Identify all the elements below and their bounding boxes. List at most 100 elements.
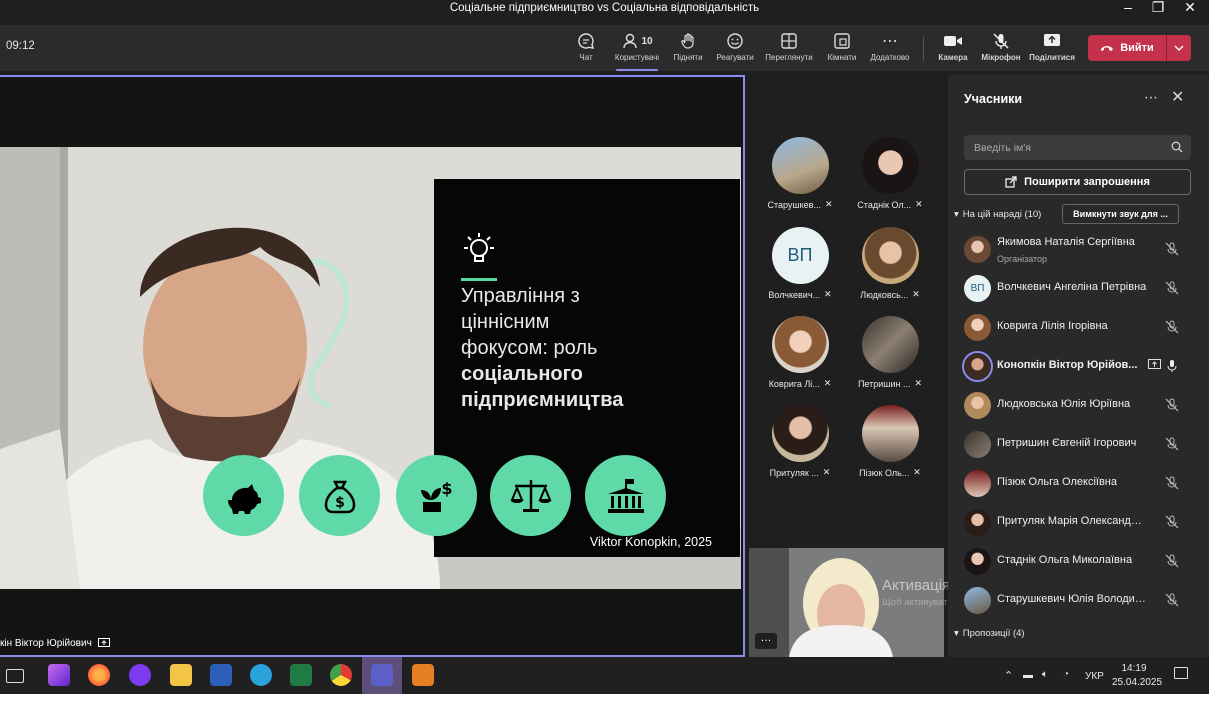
participant-row[interactable]: Коврига Лілія Ігорівна [964, 311, 1199, 345]
collapse-triangle-icon: ▾ [954, 209, 959, 220]
mic-off-icon [1165, 593, 1179, 607]
mic-off-icon: ✕ [824, 289, 832, 299]
react-button[interactable]: Реагувати [708, 29, 762, 69]
emoji-icon [727, 33, 743, 49]
participant-row[interactable]: Пізюк Ольга Олексіївна [964, 467, 1199, 501]
gallery-tile[interactable]: Притуляк ... ✕ [755, 405, 845, 478]
rooms-button[interactable]: Кімнати [815, 29, 869, 69]
avatar [964, 509, 991, 536]
wifi-icon[interactable]: ◔ [1063, 669, 1069, 680]
raise-hand-icon [681, 33, 694, 49]
raise-hand-button[interactable]: Підняти [661, 29, 715, 69]
notification-icon[interactable] [1174, 667, 1188, 679]
close-icon[interactable]: ✕ [1171, 87, 1184, 107]
participant-row-active[interactable]: Конопкін Віктор Юрійов... [964, 350, 1199, 384]
mic-off-icon: ✕ [912, 289, 920, 299]
teams-taskbar-active[interactable] [362, 657, 402, 694]
participant-row[interactable]: Стаднік Ольга Миколаївна [964, 545, 1199, 579]
piggy-bank-icon [203, 455, 284, 536]
app-icon[interactable] [48, 664, 70, 686]
microphone-button[interactable]: Мікрофон [974, 29, 1028, 69]
slide-title: Управління з ціннісним фокусом: роль соц… [461, 285, 624, 411]
minimize-icon[interactable]: – [1113, 0, 1143, 17]
gallery-tile[interactable]: Стаднік Ол... ✕ [845, 137, 935, 210]
task-view-icon[interactable] [6, 669, 24, 683]
camera-button[interactable]: Камера [926, 29, 980, 69]
search-input[interactable] [964, 135, 1164, 160]
share-screen-button[interactable]: Поділитися [1025, 29, 1079, 69]
view-button[interactable]: Переглянути [762, 29, 816, 69]
rooms-icon [834, 33, 850, 49]
avatar-initials: ВП [771, 227, 829, 284]
share-icon [1005, 176, 1017, 188]
avatar [964, 587, 991, 614]
volume-icon[interactable]: 🔈︎ [1042, 669, 1048, 680]
phone-hangup-icon [1101, 46, 1114, 51]
mic-off-icon: ✕ [913, 467, 921, 477]
leave-button[interactable]: Вийти [1088, 35, 1191, 61]
mic-off-icon: ✕ [914, 378, 923, 388]
avatar [861, 316, 919, 373]
more-button[interactable]: ⋯ Додатково [863, 29, 917, 69]
avatar [861, 405, 919, 462]
more-icon[interactable]: ⋯ [1144, 89, 1158, 106]
mic-off-icon [1165, 515, 1179, 529]
panel-title: Учасники [964, 92, 1023, 106]
window-title: Соціальне підприємництво vs Соціальна ві… [449, 2, 760, 14]
folder-icon[interactable] [170, 664, 192, 686]
suggestions-section[interactable]: ▾ Пропозиції (4) [954, 628, 1025, 639]
screen-border [0, 694, 1209, 708]
mic-off-icon: ✕ [824, 199, 833, 209]
people-count: 10 [641, 35, 653, 47]
meeting-toolbar: 09:12 Чат 10 Користувачі Підняти Реагува… [0, 25, 1209, 71]
teams-window: Соціальне підприємництво vs Соціальна ві… [0, 0, 1209, 708]
participant-row[interactable]: ВП Волчкевич Ангеліна Петрівна [964, 272, 1199, 306]
more-options-icon[interactable]: … [755, 633, 777, 649]
mute-all-button[interactable]: Вимкнути звук для ... [1062, 204, 1179, 224]
gallery-tile[interactable]: ВП Волчкевич... ✕ [755, 227, 845, 300]
chat-button[interactable]: Чат [559, 29, 613, 69]
firefox-icon[interactable] [88, 664, 110, 686]
app-icon-2[interactable] [412, 664, 434, 686]
title-bar: Соціальне підприємництво vs Соціальна ві… [0, 0, 1209, 17]
gallery-tile[interactable]: Петришин ... ✕ [845, 316, 935, 389]
mic-off-icon [1165, 437, 1179, 451]
restore-icon[interactable]: ❐ [1143, 0, 1173, 17]
money-bag-icon: $ [299, 455, 380, 536]
participant-row[interactable]: Людковська Юлія Юріївна [964, 389, 1199, 423]
share-invite-button[interactable]: Поширити запрошення [964, 169, 1191, 195]
gallery-tile[interactable]: Пізюк Оль... ✕ [845, 405, 935, 478]
telegram-icon[interactable] [250, 664, 272, 686]
participant-row[interactable]: Притуляк Марія Олександрів... [964, 506, 1199, 540]
mic-off-icon: ✕ [822, 467, 831, 477]
mic-off-icon [1165, 554, 1179, 568]
language-indicator[interactable]: УКР [1085, 671, 1104, 682]
gallery-tile[interactable]: Старушкев... ✕ [755, 137, 845, 210]
chrome-icon[interactable] [330, 664, 352, 686]
people-icon [623, 33, 638, 49]
viber-icon[interactable] [129, 664, 151, 686]
mic-off-icon [1165, 320, 1179, 334]
close-window-icon[interactable]: ✕ [1175, 0, 1205, 17]
mic-off-icon [1165, 398, 1179, 412]
participant-row[interactable]: Старушкевич Юлія Володим... [964, 584, 1199, 618]
gallery-tile[interactable]: Коврига Лі... ✕ [755, 316, 845, 389]
avatar [861, 137, 919, 194]
battery-icon[interactable]: ▬ [1023, 670, 1033, 681]
gallery-tile[interactable]: Людковсь... ✕ [845, 227, 935, 300]
speaker-name-tag: кін Віктор Юрійович [0, 634, 110, 652]
clock[interactable]: 14:19 25.04.2025 [1112, 663, 1162, 688]
participant-row[interactable]: Якимова Наталія Сергіївна Організатор [964, 233, 1199, 267]
chevron-up-icon[interactable]: ⌃ [1004, 669, 1013, 682]
word-icon[interactable] [210, 664, 232, 686]
avatar [964, 314, 991, 341]
leave-options-chevron-icon[interactable] [1166, 35, 1191, 61]
in-meeting-section[interactable]: ▾ На цій нараді (10) [954, 209, 1041, 220]
avatar [964, 548, 991, 575]
participant-row[interactable]: Петришин Євгеній Ігорович [964, 428, 1199, 462]
accent-line [461, 278, 497, 281]
people-button[interactable]: 10 Користувачі [610, 29, 664, 71]
avatar [771, 316, 829, 373]
excel-icon[interactable] [290, 664, 312, 686]
lightbulb-icon [464, 233, 494, 262]
